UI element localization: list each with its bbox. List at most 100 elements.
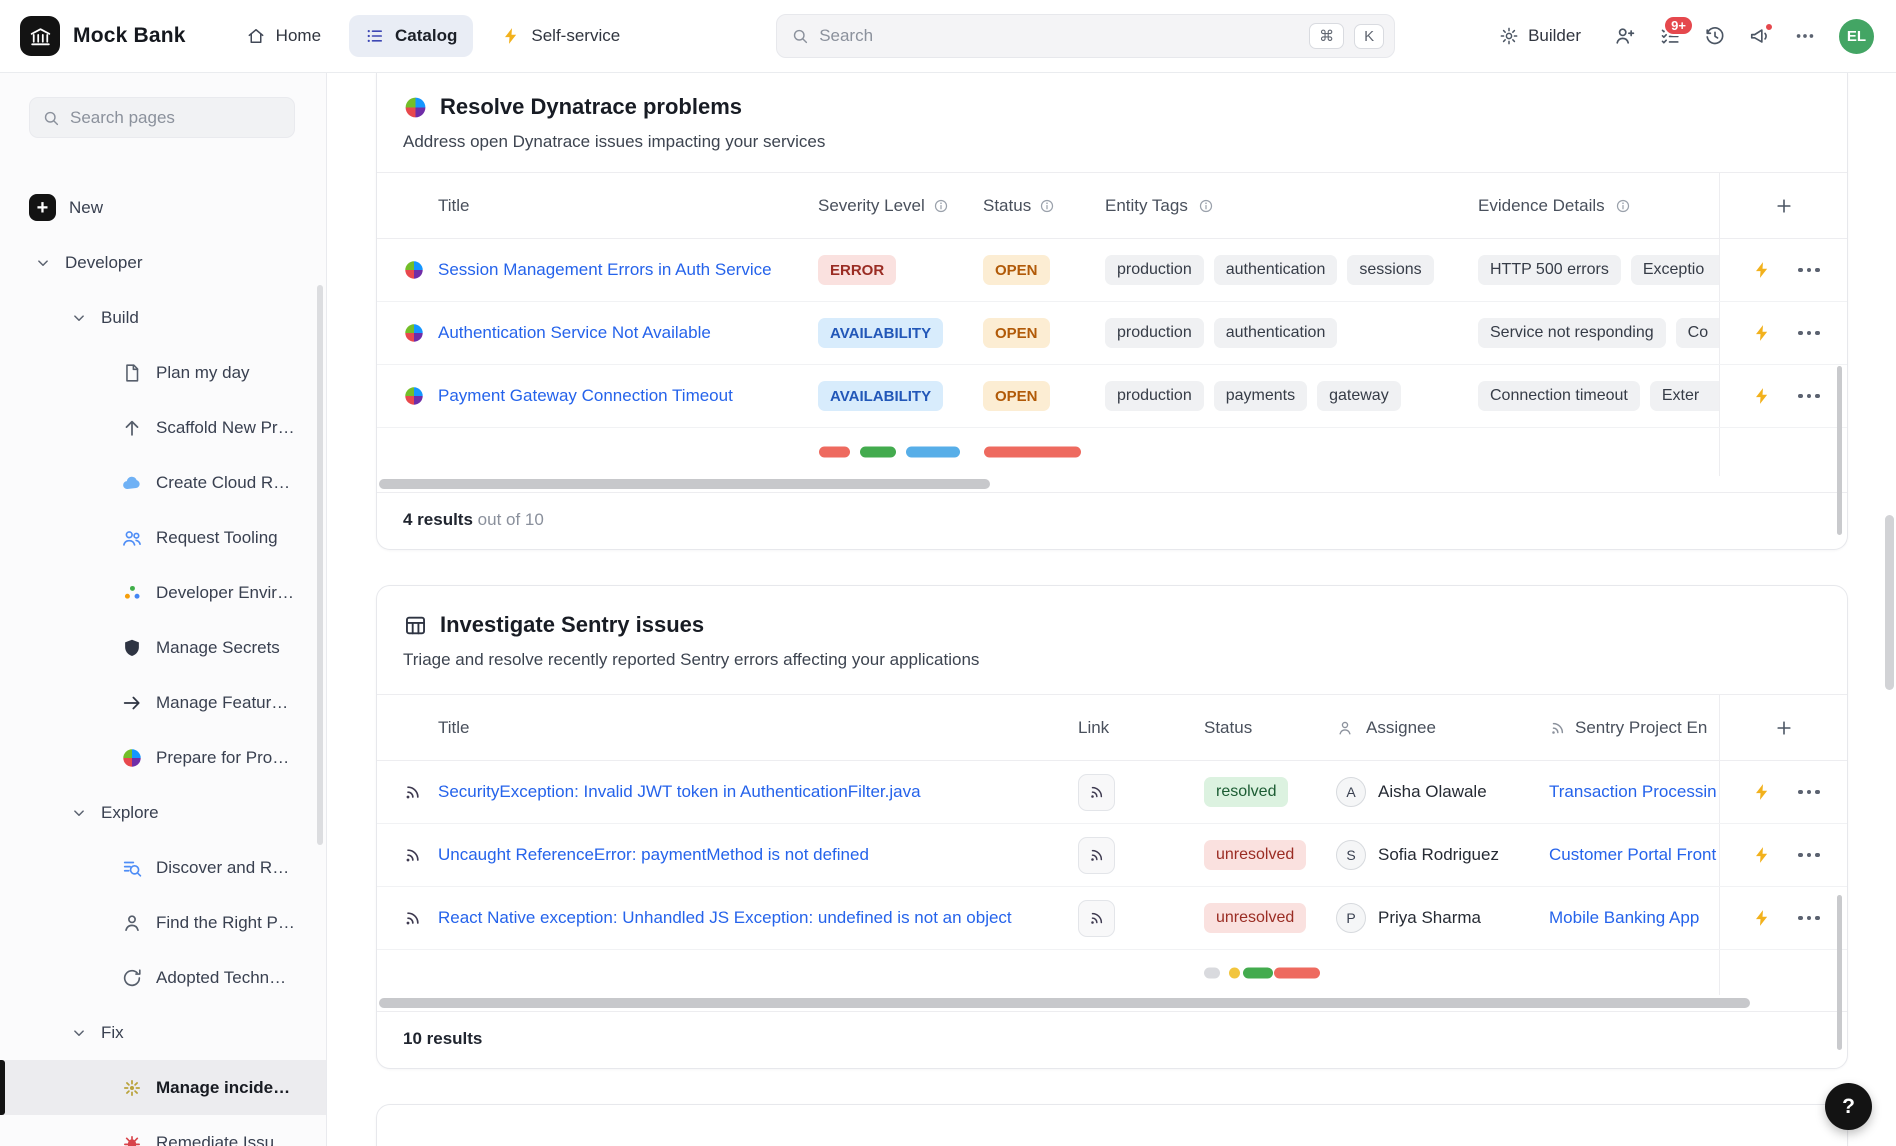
sidebar-item-plan-my-day[interactable]: Plan my day xyxy=(0,345,326,400)
table-row[interactable]: Payment Gateway Connection Timeout AVAIL… xyxy=(377,365,1847,428)
add-column-button[interactable] xyxy=(1719,173,1847,238)
sentry-link-button[interactable] xyxy=(1078,774,1115,811)
col-title[interactable]: Title xyxy=(438,173,818,238)
col-assignee[interactable]: Assignee xyxy=(1336,695,1549,760)
project-link[interactable]: Customer Portal Front xyxy=(1549,845,1716,865)
builder-button[interactable]: Builder xyxy=(1489,17,1591,55)
col-title[interactable]: Title xyxy=(438,695,1078,760)
table-hscrollbar[interactable] xyxy=(377,995,1847,1011)
sidebar-item-developer-environments[interactable]: Developer Envir… xyxy=(0,565,326,620)
sidebar-scrollbar[interactable] xyxy=(317,285,323,845)
sidebar-item-label: Scaffold New Pr… xyxy=(156,418,295,438)
sidebar-group-build[interactable]: Build xyxy=(0,290,326,345)
sidebar-item-find-right[interactable]: Find the Right P… xyxy=(0,895,326,950)
tag-pill: gateway xyxy=(1317,381,1401,411)
sidebar-item-new[interactable]: + New xyxy=(0,180,326,235)
run-action-icon[interactable] xyxy=(1752,323,1772,343)
row-menu-icon[interactable] xyxy=(1798,790,1820,795)
sentry-link-button[interactable] xyxy=(1078,900,1115,937)
table-row[interactable]: Authentication Service Not Available AVA… xyxy=(377,302,1847,365)
project-link[interactable]: Mobile Banking App xyxy=(1549,908,1699,928)
table-vscrollbar[interactable] xyxy=(1837,895,1842,1050)
row-menu-icon[interactable] xyxy=(1798,331,1820,336)
table-row[interactable]: SecurityException: Invalid JWT token in … xyxy=(377,761,1847,824)
table-hscrollbar[interactable] xyxy=(377,476,1847,492)
sidebar-group-fix[interactable]: Fix xyxy=(0,1005,326,1060)
evidence-pill: Service not responding xyxy=(1478,318,1666,348)
sidebar-item-prepare-for-production[interactable]: Prepare for Pro… xyxy=(0,730,326,785)
overflow-menu-button[interactable] xyxy=(1794,25,1816,47)
run-action-icon[interactable] xyxy=(1752,845,1772,865)
sidebar-item-discover[interactable]: Discover and R… xyxy=(0,840,326,895)
sidebar-item-manage-secrets[interactable]: Manage Secrets xyxy=(0,620,326,675)
sidebar-search-input[interactable] xyxy=(70,108,282,128)
notification-badge: 9+ xyxy=(1663,15,1694,36)
chevron-down-icon xyxy=(70,309,88,327)
info-icon[interactable] xyxy=(933,198,949,214)
invite-user-button[interactable] xyxy=(1614,25,1636,47)
info-icon[interactable] xyxy=(1039,198,1055,214)
sidebar-item-remediate-issues[interactable]: Remediate Issu… xyxy=(0,1115,326,1146)
sidebar-item-label: Manage incide… xyxy=(156,1078,290,1098)
search-input[interactable] xyxy=(819,26,1299,46)
issue-title-link[interactable]: Uncaught ReferenceError: paymentMethod i… xyxy=(438,845,869,865)
sidebar-item-manage-features[interactable]: Manage Featur… xyxy=(0,675,326,730)
sidebar-search[interactable] xyxy=(29,97,295,138)
user-avatar[interactable]: EL xyxy=(1839,19,1874,54)
col-status[interactable]: Status xyxy=(983,173,1105,238)
users-icon xyxy=(121,527,143,549)
project-link[interactable]: Transaction Processin xyxy=(1549,782,1717,802)
help-button[interactable]: ? xyxy=(1825,1083,1872,1130)
entity-title-link[interactable]: Authentication Service Not Available xyxy=(438,323,711,343)
entity-title-link[interactable]: Payment Gateway Connection Timeout xyxy=(438,386,733,406)
add-column-button[interactable] xyxy=(1719,695,1847,760)
global-search[interactable]: ⌘ K xyxy=(776,14,1395,58)
run-action-icon[interactable] xyxy=(1752,260,1772,280)
announcements-button[interactable] xyxy=(1749,25,1771,47)
nav-self-service[interactable]: Self-service xyxy=(485,15,636,57)
table-vscrollbar[interactable] xyxy=(1837,366,1842,535)
col-severity[interactable]: Severity Level xyxy=(818,173,983,238)
col-entity-tags[interactable]: Entity Tags xyxy=(1105,173,1478,238)
tasks-button[interactable]: 9+ xyxy=(1659,25,1681,47)
col-evidence[interactable]: Evidence Details xyxy=(1478,173,1719,238)
run-action-icon[interactable] xyxy=(1752,782,1772,802)
sentry-link-button[interactable] xyxy=(1078,837,1115,874)
sidebar-group-explore[interactable]: Explore xyxy=(0,785,326,840)
app-logo[interactable] xyxy=(20,16,60,56)
brand-name: Mock Bank xyxy=(73,24,186,48)
assignee-name: Sofia Rodriguez xyxy=(1378,845,1499,865)
history-button[interactable] xyxy=(1704,25,1726,47)
nav-home[interactable]: Home xyxy=(230,15,337,57)
sentry-icon xyxy=(403,908,423,928)
skeleton-bar xyxy=(1204,967,1220,978)
table-row[interactable]: Uncaught ReferenceError: paymentMethod i… xyxy=(377,824,1847,887)
page-scrollbar[interactable] xyxy=(1885,515,1894,690)
col-link[interactable]: Link xyxy=(1078,695,1204,760)
sidebar-item-scaffold[interactable]: Scaffold New Pr… xyxy=(0,400,326,455)
sidebar-group-developer[interactable]: Developer xyxy=(0,235,326,290)
issue-title-link[interactable]: React Native exception: Unhandled JS Exc… xyxy=(438,908,1012,928)
results-footer: 4 results out of 10 xyxy=(377,492,1847,549)
run-action-icon[interactable] xyxy=(1752,386,1772,406)
entity-title-link[interactable]: Session Management Errors in Auth Servic… xyxy=(438,260,772,280)
table-row[interactable]: Session Management Errors in Auth Servic… xyxy=(377,239,1847,302)
info-icon[interactable] xyxy=(1615,198,1631,214)
sidebar-item-adopted-tech[interactable]: Adopted Techn… xyxy=(0,950,326,1005)
nav-catalog[interactable]: Catalog xyxy=(349,15,473,57)
issue-title-link[interactable]: SecurityException: Invalid JWT token in … xyxy=(438,782,921,802)
row-menu-icon[interactable] xyxy=(1798,916,1820,921)
sidebar-item-request-tooling[interactable]: Request Tooling xyxy=(0,510,326,565)
row-menu-icon[interactable] xyxy=(1798,853,1820,858)
row-menu-icon[interactable] xyxy=(1798,394,1820,399)
info-icon[interactable] xyxy=(1198,198,1214,214)
row-menu-icon[interactable] xyxy=(1798,268,1820,273)
card-subtitle: Triage and resolve recently reported Sen… xyxy=(403,650,1821,670)
run-action-icon[interactable] xyxy=(1752,908,1772,928)
col-status[interactable]: Status xyxy=(1204,695,1336,760)
table-row[interactable]: React Native exception: Unhandled JS Exc… xyxy=(377,887,1847,950)
sidebar-item-manage-incidents[interactable]: Manage incide… xyxy=(0,1060,326,1115)
sidebar-item-create-cloud[interactable]: Create Cloud R… xyxy=(0,455,326,510)
col-label: Status xyxy=(983,196,1031,216)
col-sentry-project[interactable]: Sentry Project En xyxy=(1549,695,1719,760)
